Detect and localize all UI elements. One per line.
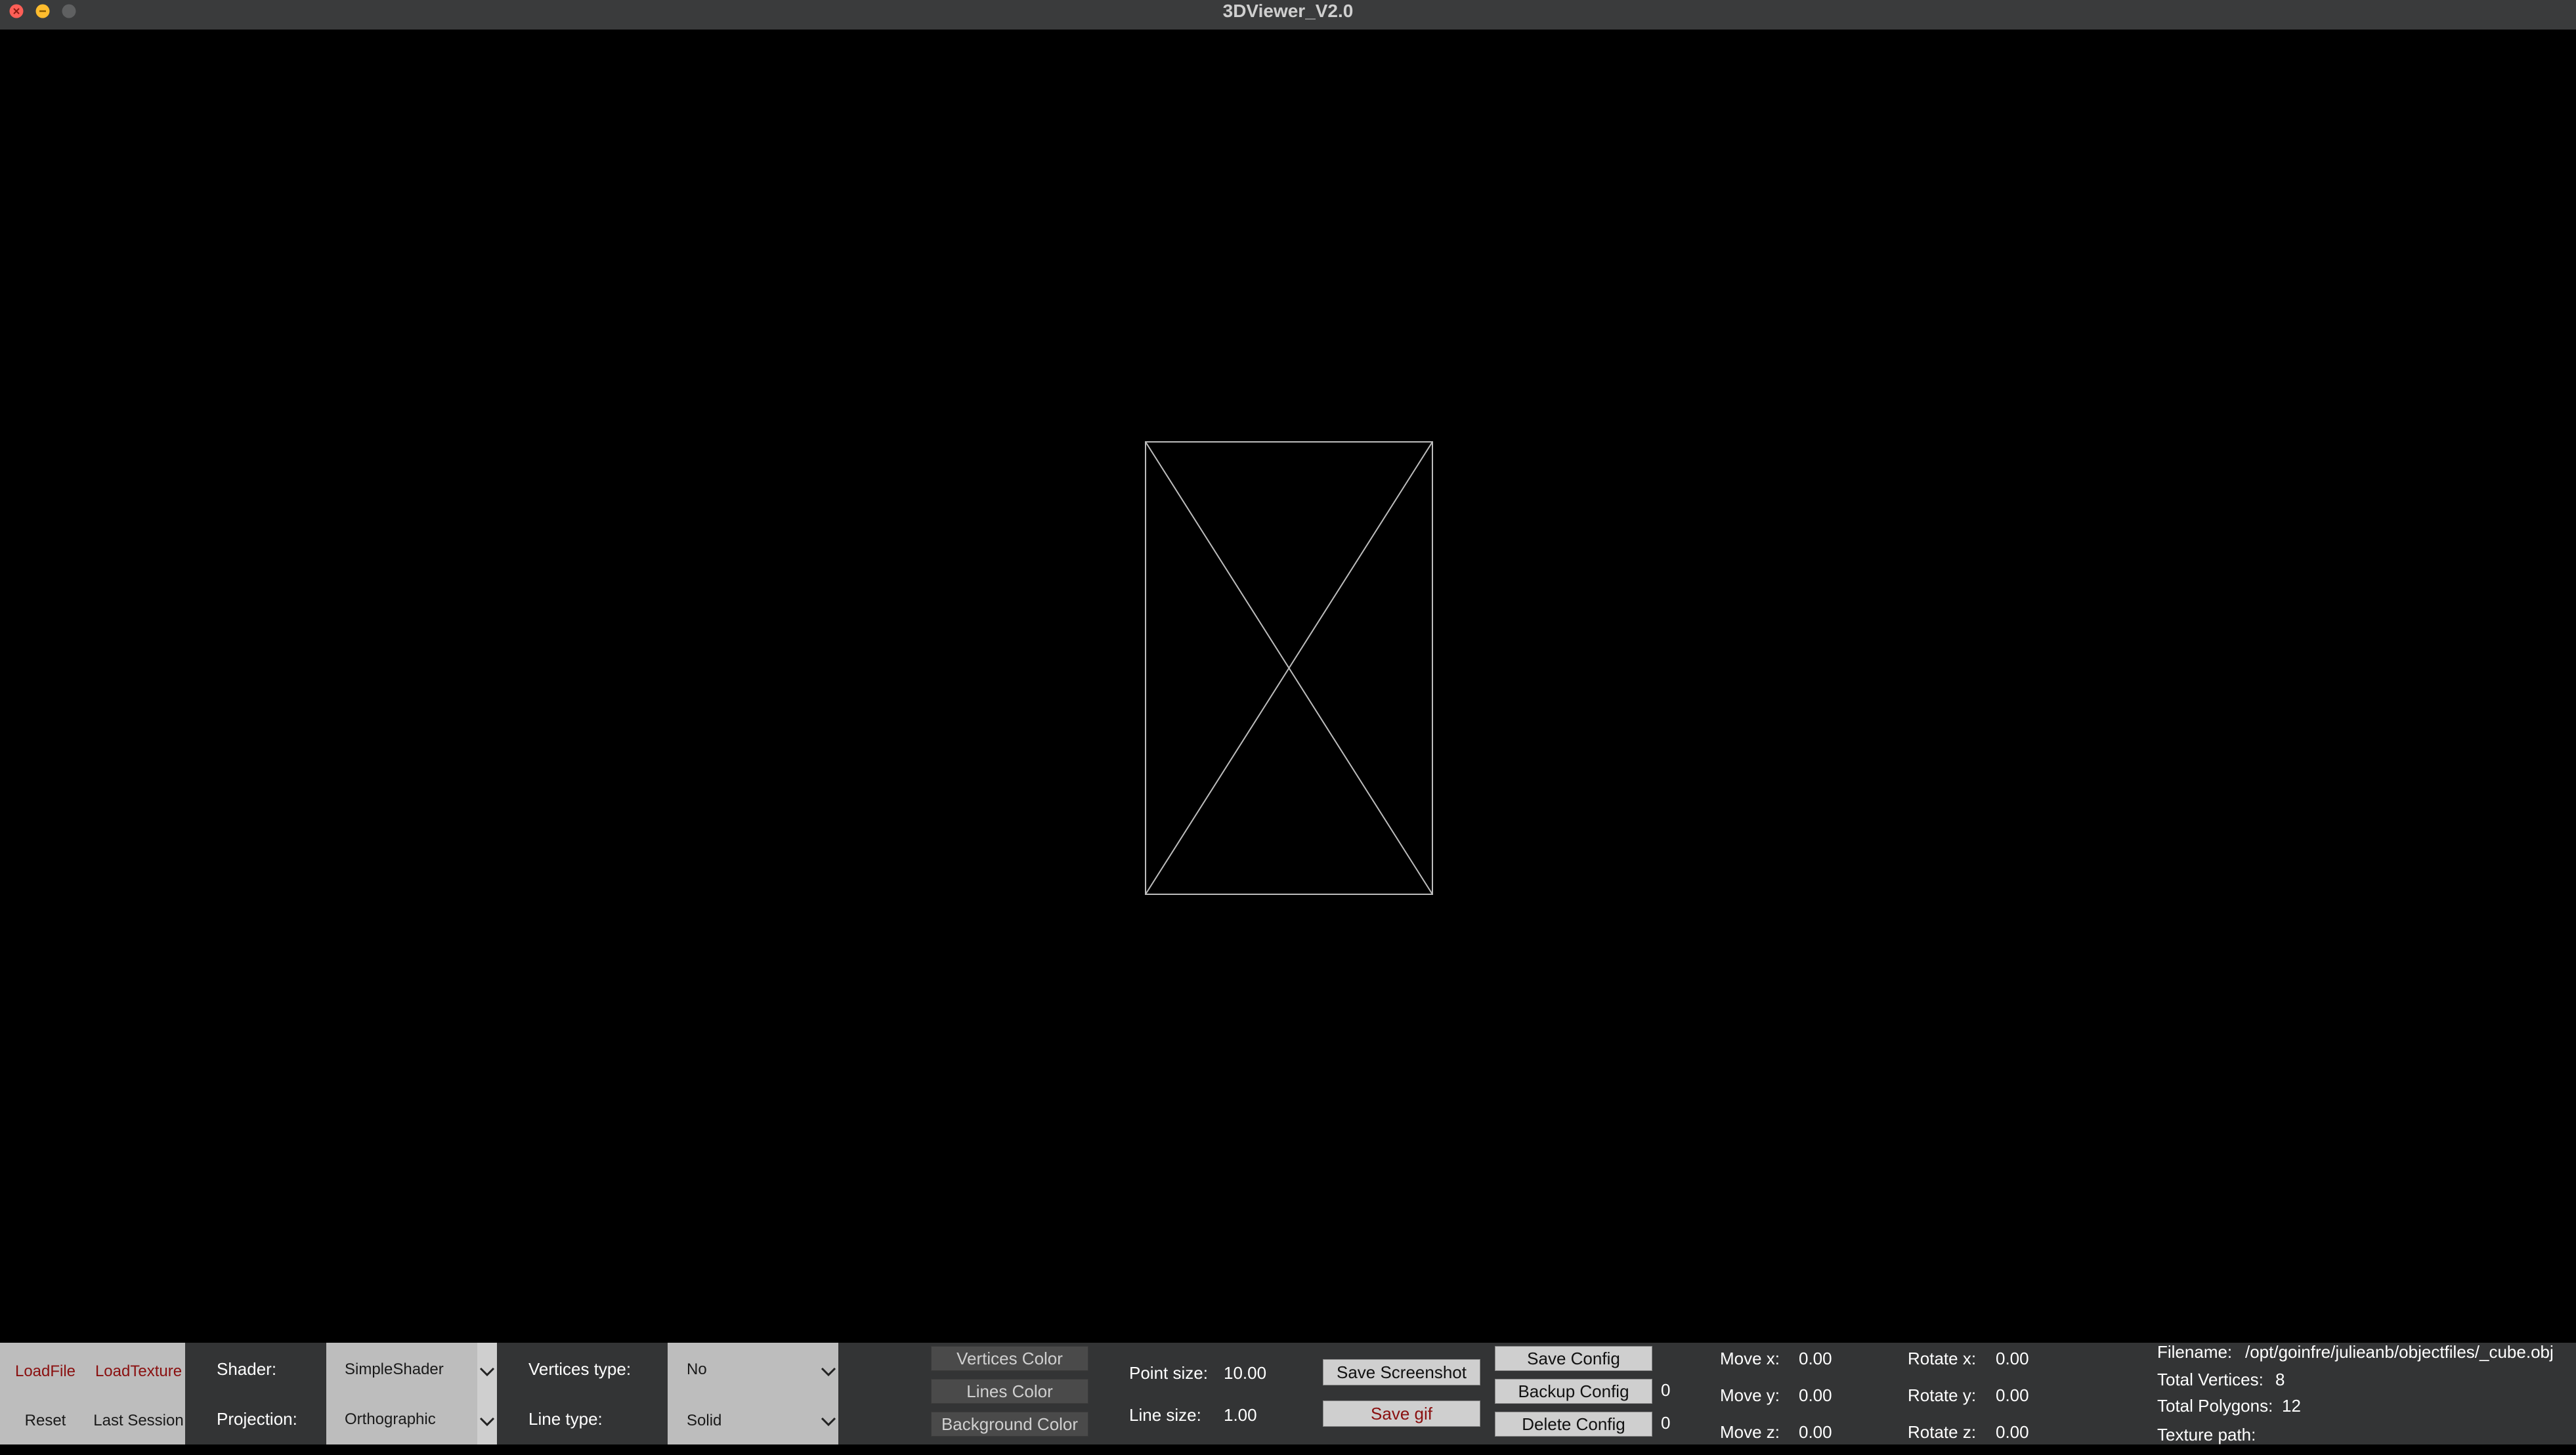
rotate-y-label: Rotate y: [1908, 1385, 1977, 1405]
vertices-type-select[interactable]: No [687, 1360, 707, 1379]
render-viewport[interactable] [0, 30, 2576, 1343]
move-x-input[interactable]: 0.00 [1799, 1349, 1832, 1369]
projection-select[interactable]: Orthographic [345, 1410, 436, 1429]
move-y-input[interactable]: 0.00 [1799, 1385, 1832, 1406]
window-title: 3DViewer_V2.0 [1222, 1, 1354, 21]
line-size-input[interactable]: 1.00 [1224, 1405, 1257, 1425]
filename-label: Filename: [2157, 1342, 2233, 1362]
line-size-label: Line size: [1129, 1405, 1201, 1425]
load-texture-button[interactable]: LoadTexture [92, 1362, 185, 1381]
move-z-stepper[interactable] [1853, 1420, 1871, 1455]
move-y-stepper[interactable] [1853, 1383, 1871, 1418]
filename-value: /opt/goinfre/julieanb/objectfiles/_cube.… [2245, 1342, 2554, 1362]
move-x-label: Move x: [1720, 1349, 1780, 1368]
projection-label: Projection: [217, 1409, 297, 1429]
background-color-button[interactable]: Background Color [931, 1412, 1088, 1437]
backup-config-index[interactable]: 0 [1661, 1380, 1670, 1401]
move-z-input[interactable]: 0.00 [1799, 1422, 1832, 1443]
rotate-y-input[interactable]: 0.00 [1996, 1385, 2029, 1406]
chevron-down-icon[interactable] [478, 1413, 496, 1429]
delete-config-button[interactable]: Delete Config [1495, 1412, 1652, 1437]
backup-config-stepper[interactable] [1675, 1376, 1694, 1412]
shader-label: Shader: [217, 1359, 277, 1379]
chevron-down-icon[interactable] [819, 1363, 838, 1379]
lines-color-button[interactable]: Lines Color [931, 1379, 1088, 1404]
point-size-input[interactable]: 10.00 [1224, 1363, 1266, 1383]
chevron-down-icon[interactable] [478, 1363, 496, 1379]
total-vertices-value: 8 [2275, 1370, 2285, 1389]
save-screenshot-button[interactable]: Save Screenshot [1323, 1359, 1480, 1385]
rotate-z-label: Rotate z: [1908, 1422, 1977, 1442]
backup-config-button[interactable]: Backup Config [1495, 1379, 1652, 1404]
point-size-stepper[interactable] [1284, 1355, 1302, 1391]
rotate-x-label: Rotate x: [1908, 1349, 1977, 1368]
total-polygons-label: Total Polygons: [2157, 1396, 2273, 1416]
vertices-type-label: Vertices type: [528, 1359, 632, 1379]
save-config-button[interactable]: Save Config [1495, 1346, 1652, 1371]
shader-select[interactable]: SimpleShader [345, 1360, 444, 1379]
rotate-x-input[interactable]: 0.00 [1996, 1349, 2029, 1369]
vertices-color-button[interactable]: Vertices Color [931, 1346, 1088, 1371]
line-type-label: Line type: [528, 1409, 603, 1429]
reset-button[interactable]: Reset [0, 1412, 91, 1430]
rotate-z-input[interactable]: 0.00 [1996, 1422, 2029, 1443]
delete-config-index[interactable]: 0 [1661, 1413, 1670, 1433]
delete-config-stepper[interactable] [1675, 1409, 1694, 1444]
save-gif-button[interactable]: Save gif [1323, 1401, 1480, 1427]
line-size-stepper[interactable] [1284, 1397, 1302, 1433]
wireframe-model [1145, 441, 1433, 895]
move-y-label: Move y: [1720, 1385, 1780, 1405]
total-polygons-value: 12 [2282, 1396, 2301, 1416]
texture-path-label: Texture path: [2157, 1425, 2256, 1444]
dropdown-arrows [477, 1343, 497, 1444]
line-type-select[interactable]: Solid [687, 1412, 721, 1430]
rotate-z-stepper[interactable] [2053, 1420, 2072, 1455]
chevron-down-icon[interactable] [819, 1413, 838, 1429]
load-file-button[interactable]: LoadFile [0, 1362, 91, 1381]
rotate-x-stepper[interactable] [2053, 1346, 2072, 1381]
point-size-label: Point size: [1129, 1363, 1208, 1383]
shader-projection-box [326, 1343, 477, 1444]
last-session-button[interactable]: Last Session [92, 1412, 185, 1430]
move-x-stepper[interactable] [1853, 1346, 1871, 1381]
rotate-y-stepper[interactable] [2053, 1383, 2072, 1418]
total-vertices-label: Total Vertices: [2157, 1370, 2264, 1389]
move-z-label: Move z: [1720, 1422, 1780, 1442]
